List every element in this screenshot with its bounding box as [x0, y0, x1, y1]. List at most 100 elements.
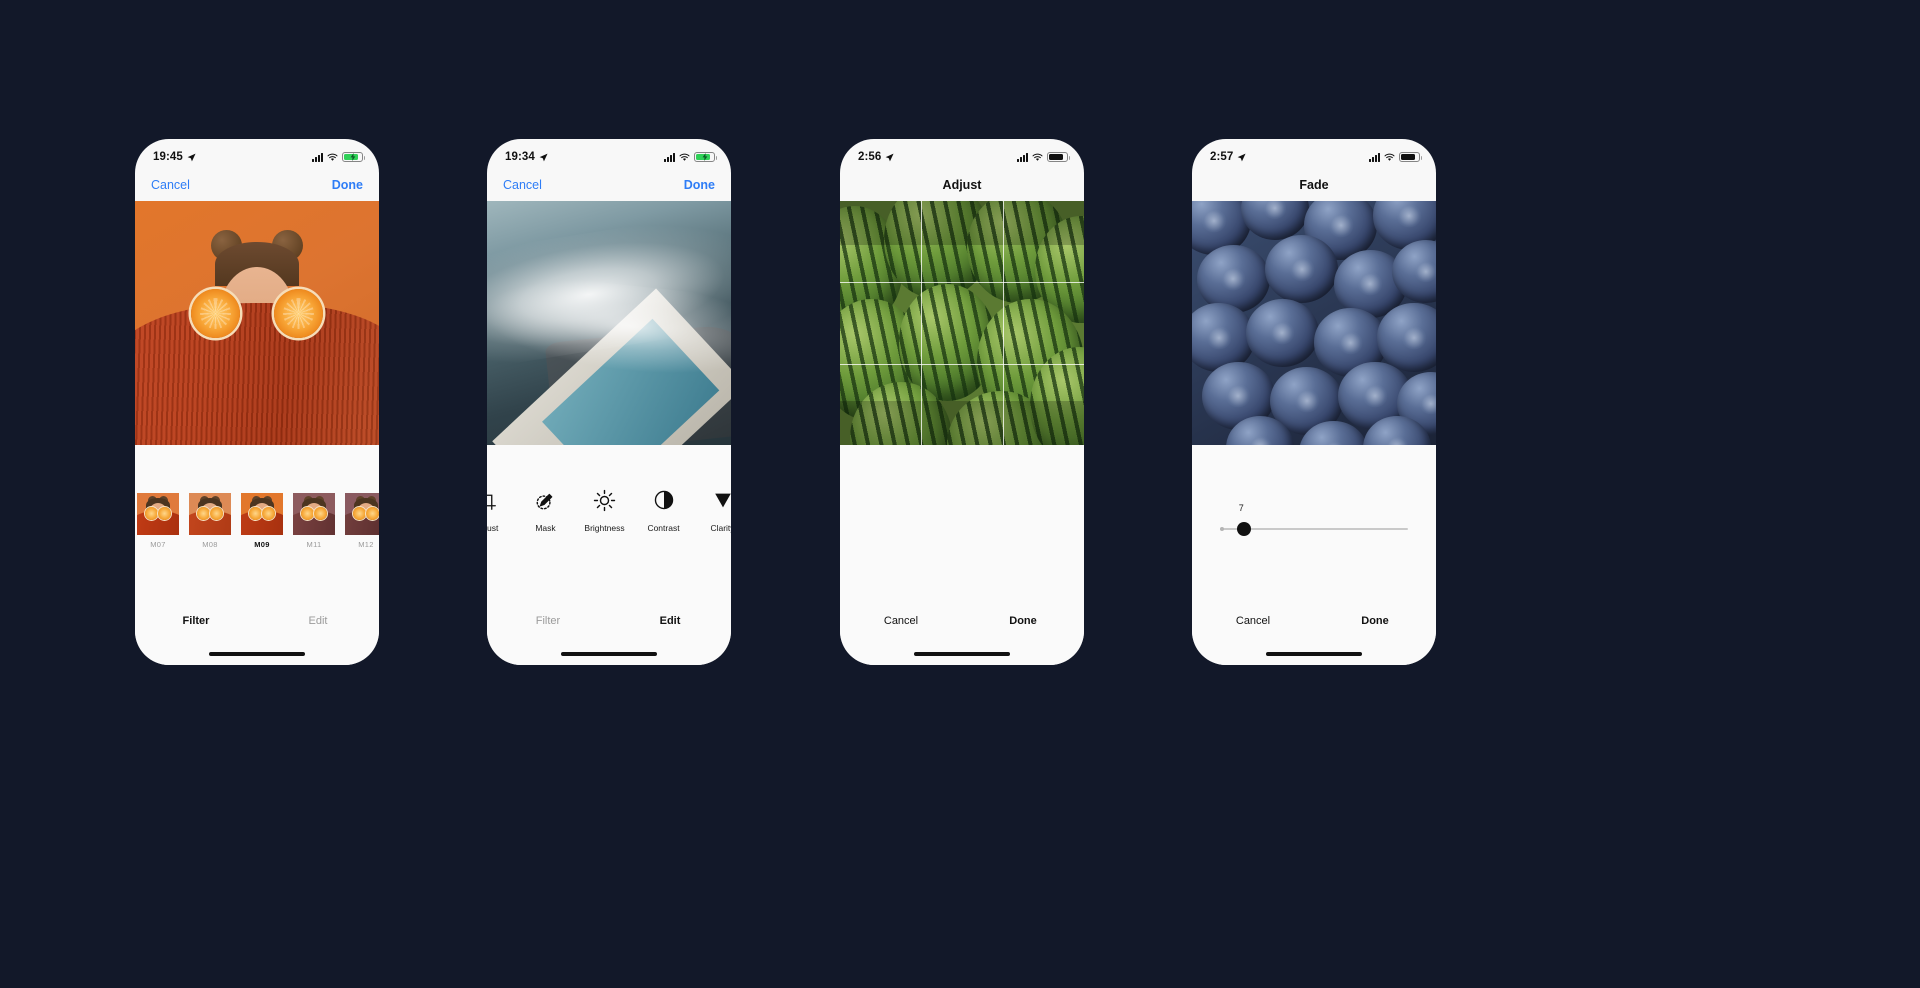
done-button[interactable]: Done	[1314, 615, 1436, 627]
filter-thumbnail	[137, 493, 179, 535]
tool-label: Contrast	[647, 523, 680, 533]
filter-item-2[interactable]: M09	[241, 493, 283, 549]
tab-edit[interactable]: Edit	[609, 615, 731, 627]
status-right	[312, 152, 365, 162]
battery-icon	[342, 152, 365, 162]
orange-slice-right	[273, 288, 323, 338]
filter-item-1[interactable]: M08	[189, 493, 231, 549]
work-area: Adjust Mask	[487, 445, 731, 665]
thumb-orange-right	[158, 506, 172, 520]
brush-mask-icon	[516, 485, 575, 515]
status-bar: 19:34	[487, 139, 731, 169]
status-left: 2:56	[858, 151, 894, 163]
done-button[interactable]: Done	[332, 178, 363, 192]
location-arrow-icon	[187, 153, 196, 161]
tool-mask[interactable]: Mask	[516, 485, 575, 533]
slider-knob[interactable]	[1236, 522, 1251, 536]
photo-preview-watermelons[interactable]	[840, 201, 1084, 445]
home-indicator	[1266, 652, 1362, 656]
status-right	[1369, 152, 1422, 162]
cellular-signal-icon	[1017, 152, 1028, 162]
cancel-button[interactable]: Cancel	[1192, 615, 1314, 627]
charging-bolt-icon	[350, 153, 355, 161]
battery-icon	[1047, 152, 1070, 162]
cancel-button[interactable]: Cancel	[503, 178, 542, 192]
status-time: 19:34	[505, 151, 535, 163]
filter-label: M12	[358, 540, 374, 549]
tab-edit[interactable]: Edit	[257, 615, 379, 627]
filter-label: M08	[202, 540, 218, 549]
filter-label: M09	[254, 540, 270, 549]
filter-thumbnail	[345, 493, 379, 535]
slider-value-label: 7	[1238, 503, 1244, 513]
phone-adjust-screen: 2:56 Adjust Cancel Done	[840, 139, 1084, 665]
slider-min-dot	[1220, 527, 1224, 531]
blueberry	[1196, 244, 1271, 314]
filter-thumbnail	[189, 493, 231, 535]
battery-icon	[694, 152, 717, 162]
phone-edit-screen: 19:34 Cancel Done ust Mask Brightness Co…	[487, 139, 731, 665]
done-button[interactable]: Done	[684, 178, 715, 192]
tool-adjust[interactable]: Adjust	[487, 485, 516, 533]
thumb-orange-left	[352, 506, 366, 520]
screens-stage: 19:45 Cancel Done M07 M08 M09 M11 M12 Fi…	[0, 0, 1920, 988]
status-bar: 2:56	[840, 139, 1084, 169]
status-left: 2:57	[1210, 151, 1246, 163]
filter-strip[interactable]: M07 M08 M09 M11 M12	[135, 493, 379, 549]
tool-clarity[interactable]: Clarity	[693, 485, 731, 533]
phone-fade-screen: 2:57 Fade 7 Cancel Done	[1192, 139, 1436, 665]
nav-bar: Adjust	[840, 169, 1084, 201]
status-time: 19:45	[153, 151, 183, 163]
thumb-orange-left	[248, 506, 262, 520]
contrast-circle-icon	[634, 485, 693, 515]
cellular-signal-icon	[312, 152, 323, 162]
status-left: 19:34	[505, 151, 548, 163]
home-indicator	[914, 652, 1010, 656]
cellular-signal-icon	[1369, 152, 1380, 162]
status-bar: 2:57	[1192, 139, 1436, 169]
thumb-orange-left	[196, 506, 210, 520]
photo-preview-ocean-pool[interactable]	[487, 201, 731, 445]
charging-bolt-icon	[702, 153, 707, 161]
done-button[interactable]: Done	[962, 615, 1084, 627]
work-area: 7 Cancel Done	[1192, 445, 1436, 665]
photo-preview-blueberries[interactable]	[1192, 201, 1436, 445]
sun-icon	[575, 485, 634, 515]
location-arrow-icon	[1238, 153, 1246, 161]
crop-grid-overlay[interactable]	[840, 201, 1084, 445]
cancel-button[interactable]: Cancel	[151, 178, 190, 192]
thumb-orange-right	[210, 506, 224, 520]
wifi-icon	[327, 153, 338, 161]
tool-contrast[interactable]: Contrast	[634, 485, 693, 533]
status-right	[664, 152, 717, 162]
slider-track[interactable]	[1220, 518, 1408, 540]
wifi-icon	[1032, 153, 1043, 161]
phone-filter-screen: 19:45 Cancel Done M07 M08 M09 M11 M12 Fi…	[135, 139, 379, 665]
triangle-clarity-icon	[693, 485, 731, 515]
blueberry	[1245, 298, 1319, 367]
sweater	[135, 303, 379, 445]
edit-tools-strip[interactable]: Adjust Mask	[487, 485, 731, 533]
photo-preview-portrait-oranges[interactable]	[135, 201, 379, 445]
thumb-orange-right	[262, 506, 276, 520]
nav-bar: Cancel Done	[135, 169, 379, 201]
status-left: 19:45	[153, 151, 196, 163]
status-right	[1017, 152, 1070, 162]
filter-item-4[interactable]: M12	[345, 493, 379, 549]
nav-bar: Fade	[1192, 169, 1436, 201]
status-time: 2:57	[1210, 151, 1234, 163]
fade-slider-control[interactable]: 7	[1192, 503, 1436, 540]
tab-filter[interactable]: Filter	[135, 615, 257, 627]
filter-item-3[interactable]: M11	[293, 493, 335, 549]
tool-label: Adjust	[487, 523, 499, 533]
filter-thumbnail	[241, 493, 283, 535]
tool-brightness[interactable]: Brightness	[575, 485, 634, 533]
wifi-icon	[1384, 153, 1395, 161]
filter-label: M11	[306, 540, 322, 549]
filter-item-0[interactable]: M07	[137, 493, 179, 549]
status-time: 2:56	[858, 151, 882, 163]
cancel-button[interactable]: Cancel	[840, 615, 962, 627]
page-title: Fade	[1299, 178, 1329, 192]
tab-filter[interactable]: Filter	[487, 615, 609, 627]
filter-label: M07	[150, 540, 166, 549]
